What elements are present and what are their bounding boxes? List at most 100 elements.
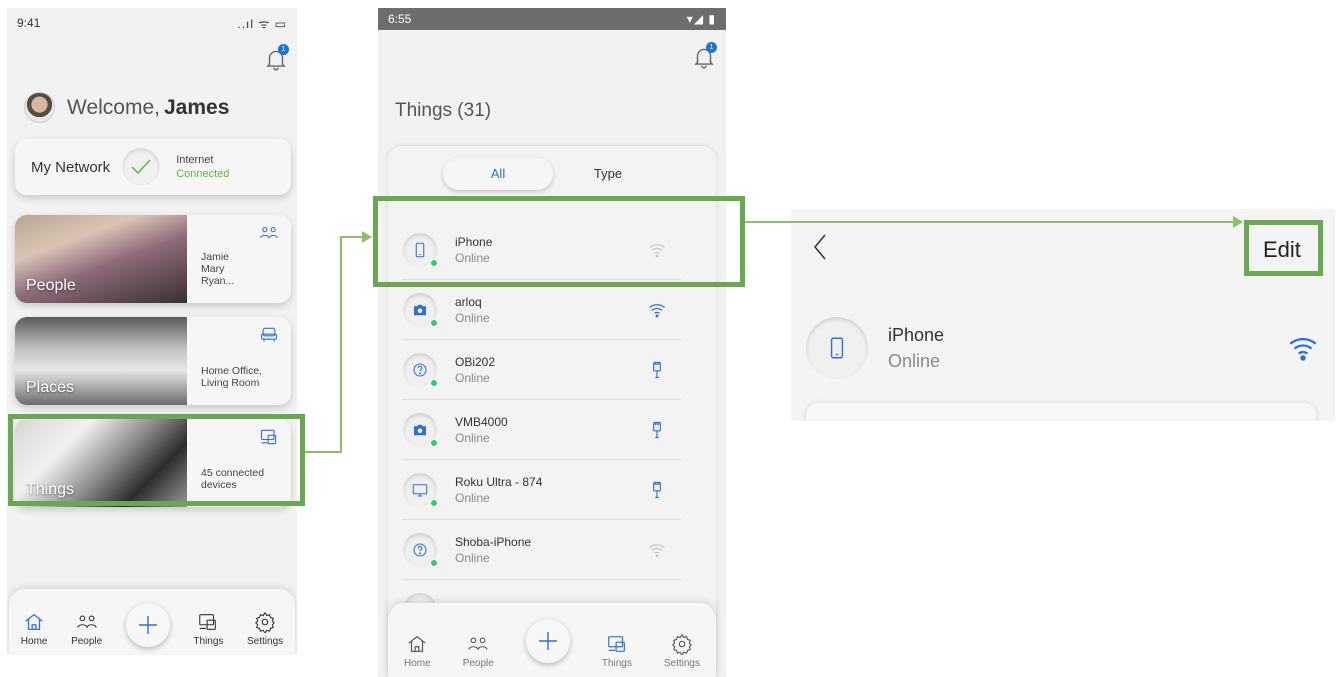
wifi-icon	[649, 543, 665, 557]
people-icon	[468, 637, 488, 650]
nav-label: Things	[601, 658, 632, 669]
home-icon	[25, 613, 43, 630]
device-row[interactable]: Shoba-iPhone Online	[403, 520, 681, 580]
home-icon	[408, 635, 426, 652]
bottom-nav: Home People Things Settings	[9, 589, 295, 655]
tile-info-line: Home Office,	[201, 365, 263, 377]
internet-connected: Connected	[176, 168, 230, 180]
camera-icon	[414, 424, 426, 435]
device-row[interactable]: VMB4000 Online	[403, 400, 681, 460]
device-status: Online	[455, 370, 490, 385]
things-tile-highlight	[8, 414, 305, 506]
nav-things[interactable]: Things	[193, 611, 223, 655]
iphone-row-highlight	[373, 196, 745, 287]
nav-label: People	[71, 636, 103, 647]
device-row[interactable]: Roku Ultra - 874 Online	[403, 460, 681, 520]
ethernet-icon	[653, 481, 661, 498]
status-time: 9:41	[17, 16, 41, 30]
connector-line	[340, 236, 342, 453]
nav-settings[interactable]: Settings	[247, 611, 283, 655]
nav-people[interactable]: People	[71, 611, 102, 655]
nav-label: Things	[193, 636, 224, 647]
nav-home[interactable]: Home	[21, 611, 47, 655]
device-text: Shoba-iPhone Online	[455, 534, 647, 566]
device-status: Online	[455, 430, 490, 445]
home-screen: 9:41 ..ıl ᯤ ▭ 1 Welcome, James My Networ…	[7, 8, 297, 655]
internet-label: Internet	[176, 154, 214, 166]
nav-label: People	[462, 658, 494, 669]
device-name: Roku Ultra - 874	[455, 474, 543, 489]
plus-icon	[138, 616, 157, 634]
nav-home[interactable]: Home	[404, 633, 431, 677]
connector-line	[745, 221, 1235, 223]
device-icon	[403, 292, 438, 327]
nav-label: Settings	[663, 658, 700, 669]
device-name: Shoba-iPhone	[455, 534, 532, 549]
plus-icon	[538, 632, 557, 650]
notification-badge: 1	[706, 42, 717, 53]
nav-people[interactable]: People	[463, 633, 494, 677]
connector-line	[305, 451, 341, 453]
device-status: Online	[455, 550, 490, 565]
my-network-card[interactable]: My Network Internet Connected	[15, 139, 291, 195]
arrow-head-icon	[362, 231, 372, 243]
segmented-control: All Type	[443, 158, 663, 190]
detail-card	[806, 403, 1316, 421]
monitor-icon	[412, 483, 428, 497]
tab-all[interactable]: All	[443, 158, 553, 190]
tile-caption: Places	[26, 379, 75, 396]
tile-info-line: Ryan...	[201, 275, 235, 287]
tile-info-line: Living Room	[201, 377, 260, 389]
tab-type[interactable]: Type	[553, 158, 663, 190]
device-name: VMB4000	[455, 414, 508, 429]
device-name: iPhone	[888, 325, 945, 345]
ethernet-icon	[653, 361, 661, 378]
wifi-icon	[649, 303, 665, 317]
places-tile[interactable]: Places Home Office, Living Room	[15, 317, 291, 405]
page-title: Things (31)	[395, 100, 492, 121]
status-bar: 9:41 ..ıl ᯤ ▭	[7, 8, 297, 38]
phone-icon	[830, 337, 844, 359]
device-icon	[403, 352, 438, 387]
user-name: James	[163, 95, 230, 119]
question-icon	[413, 542, 427, 557]
online-dot	[430, 318, 438, 327]
devices-icon	[199, 614, 217, 630]
notifications-bell-icon[interactable]: 1	[263, 44, 289, 72]
device-text: Roku Ultra - 874 Online	[455, 474, 647, 506]
people-icon	[260, 227, 278, 239]
device-icon	[806, 317, 868, 379]
check-icon	[122, 148, 161, 186]
gear-icon	[671, 633, 692, 655]
nav-things[interactable]: Things	[602, 633, 632, 677]
tile-caption: People	[26, 277, 76, 294]
device-text: VMB4000 Online	[455, 414, 647, 446]
welcome-header: Welcome, James	[24, 92, 229, 123]
people-photo: People	[15, 215, 187, 303]
online-dot	[430, 498, 438, 507]
things-screen: 6:55 ▾◢ ▮ 1 Things (31) All Type iPhone …	[378, 8, 726, 677]
people-tile[interactable]: People Jamie Mary Ryan...	[15, 215, 291, 303]
tile-info-line: Mary	[201, 263, 225, 275]
device-row[interactable]: arloq Online	[403, 280, 681, 340]
add-button[interactable]	[525, 619, 570, 663]
arrow-head-icon	[1233, 216, 1243, 228]
device-row[interactable]: OBi202 Online	[403, 340, 681, 400]
device-header: iPhone Online	[806, 317, 1326, 379]
device-status: Online	[888, 351, 941, 371]
device-name: arloq	[455, 294, 482, 309]
ethernet-icon	[653, 421, 661, 438]
online-dot	[430, 438, 438, 447]
add-button[interactable]	[125, 603, 170, 647]
notifications-bell-icon[interactable]: 1	[691, 42, 717, 70]
device-text: iPhone Online	[888, 322, 1286, 374]
status-icons: ▾◢ ▮	[686, 12, 716, 26]
status-icons: ..ıl ᯤ ▭	[237, 16, 287, 31]
internet-status: Internet Connected	[176, 153, 229, 181]
online-dot	[430, 558, 438, 567]
camera-icon	[414, 304, 426, 315]
nav-settings[interactable]: Settings	[664, 633, 700, 677]
avatar[interactable]	[24, 92, 55, 123]
back-chevron-icon[interactable]	[811, 231, 829, 263]
device-name: OBi202	[455, 354, 496, 369]
